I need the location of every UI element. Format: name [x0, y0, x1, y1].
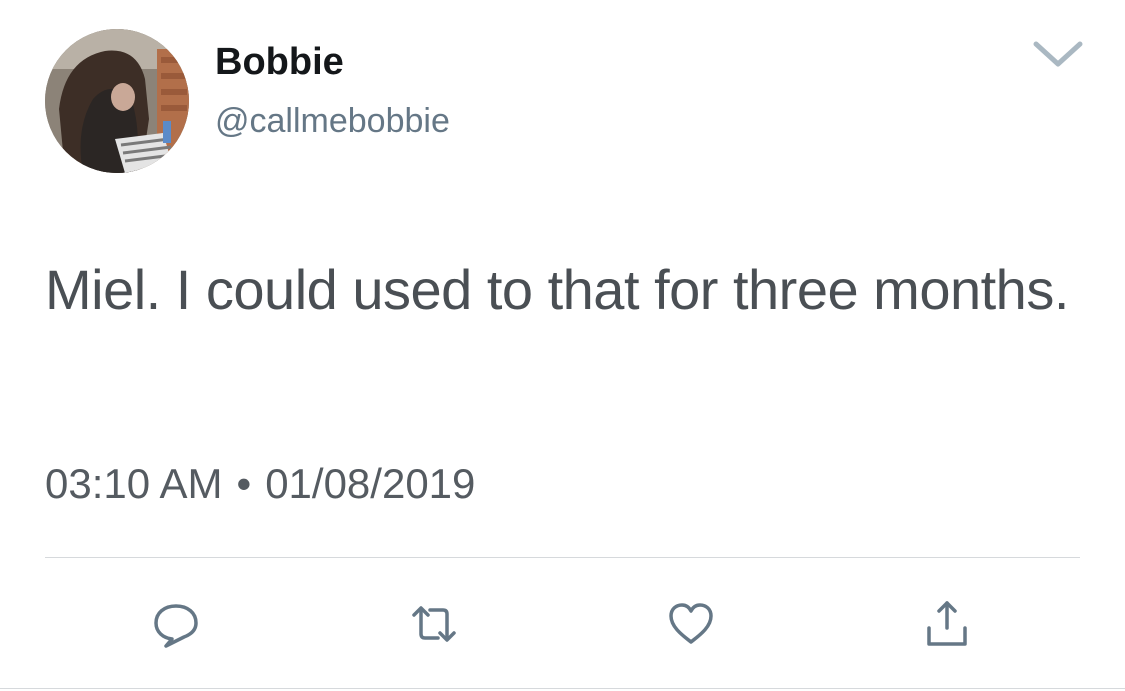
tweet-text: Miel. I could used to that for three mon… [45, 258, 1069, 321]
retweet-button[interactable] [408, 598, 460, 650]
tweet-date: 01/08/2019 [265, 460, 476, 507]
user-handle[interactable]: @callmebobbie [215, 101, 450, 141]
tweet-time: 03:10 AM [45, 460, 223, 507]
tweet-card: Bobbie @callmebobbie Miel. I could used … [0, 0, 1125, 691]
tweet-timestamp: 03:10 AM • 01/08/2019 [45, 459, 475, 509]
avatar[interactable] [45, 29, 189, 173]
reply-button[interactable] [150, 598, 202, 650]
like-button[interactable] [665, 598, 717, 650]
reply-icon [154, 604, 198, 648]
timestamp-separator: • [236, 460, 252, 507]
divider [45, 557, 1080, 558]
bottom-divider [0, 688, 1125, 689]
heart-icon [669, 603, 713, 644]
share-button[interactable] [921, 598, 973, 650]
chevron-down-icon [1033, 41, 1083, 67]
tweet-menu-button[interactable] [1030, 34, 1086, 74]
display-name[interactable]: Bobbie [215, 40, 344, 84]
profile-photo-icon [45, 29, 189, 173]
share-icon [927, 601, 967, 646]
retweet-icon [412, 606, 456, 642]
